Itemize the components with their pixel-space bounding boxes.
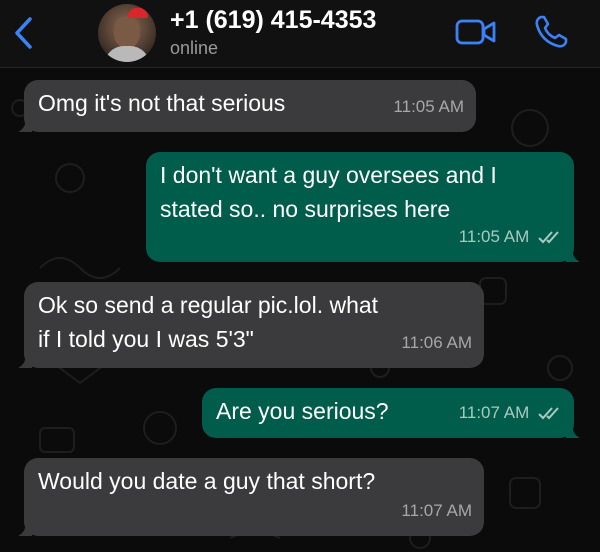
message-meta: 11:05 AM [459,220,562,254]
video-camera-icon[interactable] [454,16,498,48]
message-text: Would you date a guy that short? [38,468,376,494]
read-receipt-icon [538,231,559,244]
message-bubble[interactable]: Ok so send a regular pic.lol. what if I … [18,282,484,368]
message-time: 11:07 AM [458,403,530,422]
phone-icon[interactable] [533,14,569,50]
chat-header: +1 (619) 415-4353 online [0,0,600,68]
message-time: 11:05 AM [393,97,464,116]
message-bubble[interactable]: Are you serious? 11:07 AM [202,388,580,438]
read-receipt-icon [538,407,559,420]
message-bubble[interactable]: Would you date a guy that short? 11:07 A… [18,458,484,536]
avatar[interactable] [98,4,156,62]
chat-area[interactable]: Omg it's not that serious 11:05 AM I don… [0,68,600,552]
message-time: 11:07 AM [401,501,472,520]
chevron-left-icon[interactable] [10,14,38,52]
message-time: 11:05 AM [458,227,530,246]
contact-name[interactable]: +1 (619) 415-4353 [170,6,376,35]
message-meta: 11:07 AM [459,396,562,430]
message-bubble[interactable]: Omg it's not that serious 11:05 AM [18,80,476,132]
message-time: 11:06 AM [401,333,472,352]
message-bubble[interactable]: I don't want a guy oversees and I stated… [146,152,580,262]
contact-status: online [170,38,219,58]
message-text: I don't want a guy oversees and I stated… [160,162,497,222]
